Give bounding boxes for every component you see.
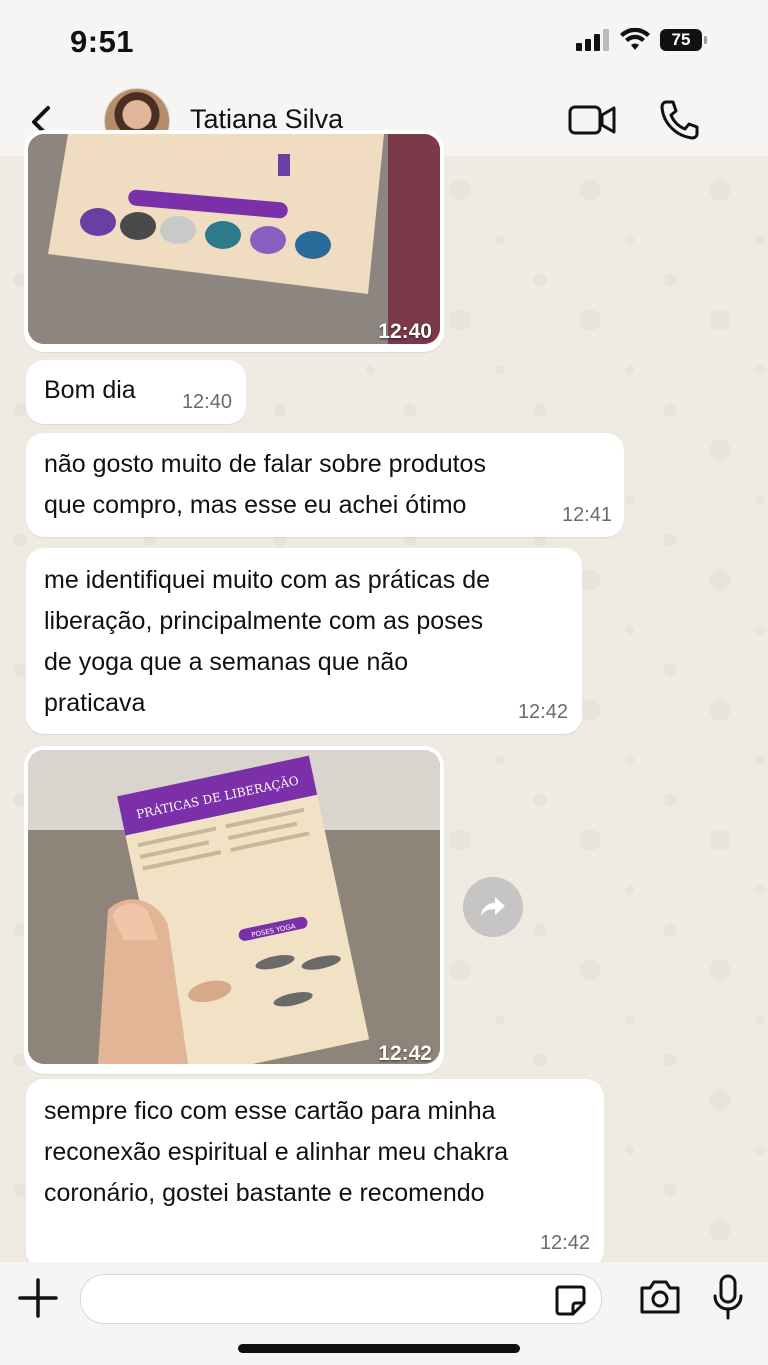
home-indicator — [238, 1344, 520, 1353]
message-time: 12:40 — [181, 391, 232, 413]
image-message[interactable]: 12:40 — [24, 130, 444, 352]
message-line: me identifiquei muito com as práticas de — [44, 566, 491, 594]
message-time: 12:42 — [539, 1232, 590, 1254]
signal-icon — [576, 29, 609, 51]
message-time: 12:42 — [378, 1042, 432, 1065]
message-input[interactable] — [80, 1274, 602, 1324]
battery-indicator: 75 — [660, 29, 707, 51]
message-time: 12:41 — [561, 504, 612, 526]
message-line: que compro, mas esse eu achei ótimo — [44, 491, 467, 519]
camera-icon[interactable] — [638, 1278, 682, 1316]
message-line: sempre fico com esse cartão para minha — [44, 1097, 496, 1125]
message-line: liberação, principalmente com as poses — [44, 607, 484, 635]
status-icons: 75 — [576, 28, 707, 52]
liberation-card-illustration: PRÁTICAS DE LIBERAÇÃO POSES YOGA — [28, 750, 440, 1064]
forward-button[interactable] — [463, 877, 523, 937]
photo-crystals-card[interactable] — [28, 134, 440, 344]
voice-call-icon[interactable] — [658, 98, 700, 140]
message-line: não gosto muito de falar sobre produtos — [44, 450, 486, 478]
status-time: 9:51 — [70, 24, 135, 59]
plus-icon[interactable] — [16, 1276, 60, 1320]
crystal-card-illustration — [28, 134, 440, 344]
wifi-icon — [620, 28, 650, 50]
message-line: reconexão espiritual e alinhar meu chakr… — [44, 1138, 509, 1166]
video-call-icon[interactable] — [568, 102, 616, 138]
photo-liberation-card[interactable]: PRÁTICAS DE LIBERAÇÃO POSES YOGA — [28, 750, 440, 1064]
microphone-icon[interactable] — [712, 1274, 744, 1320]
forward-icon — [481, 897, 505, 916]
message-line: coronário, gostei bastante e recomendo — [44, 1179, 485, 1207]
sticker-icon[interactable] — [553, 1283, 587, 1317]
image-message[interactable]: PRÁTICAS DE LIBERAÇÃO POSES YOGA 12:42 — [24, 746, 444, 1074]
text-message[interactable]: me identifiquei muito com as práticas de… — [26, 548, 582, 734]
message-time: 12:40 — [378, 320, 432, 343]
text-message[interactable]: sempre fico com esse cartão para minha r… — [26, 1079, 604, 1269]
text-message[interactable]: Bom dia 12:40 — [26, 360, 246, 424]
status-bar: 9:51 75 — [0, 0, 768, 88]
message-line: de yoga que a semanas que não — [44, 648, 409, 676]
text-message[interactable]: não gosto muito de falar sobre produtos … — [26, 433, 624, 537]
message-line: praticava — [44, 689, 146, 717]
message-time: 12:42 — [517, 701, 568, 723]
message-line: Bom dia — [44, 376, 136, 404]
